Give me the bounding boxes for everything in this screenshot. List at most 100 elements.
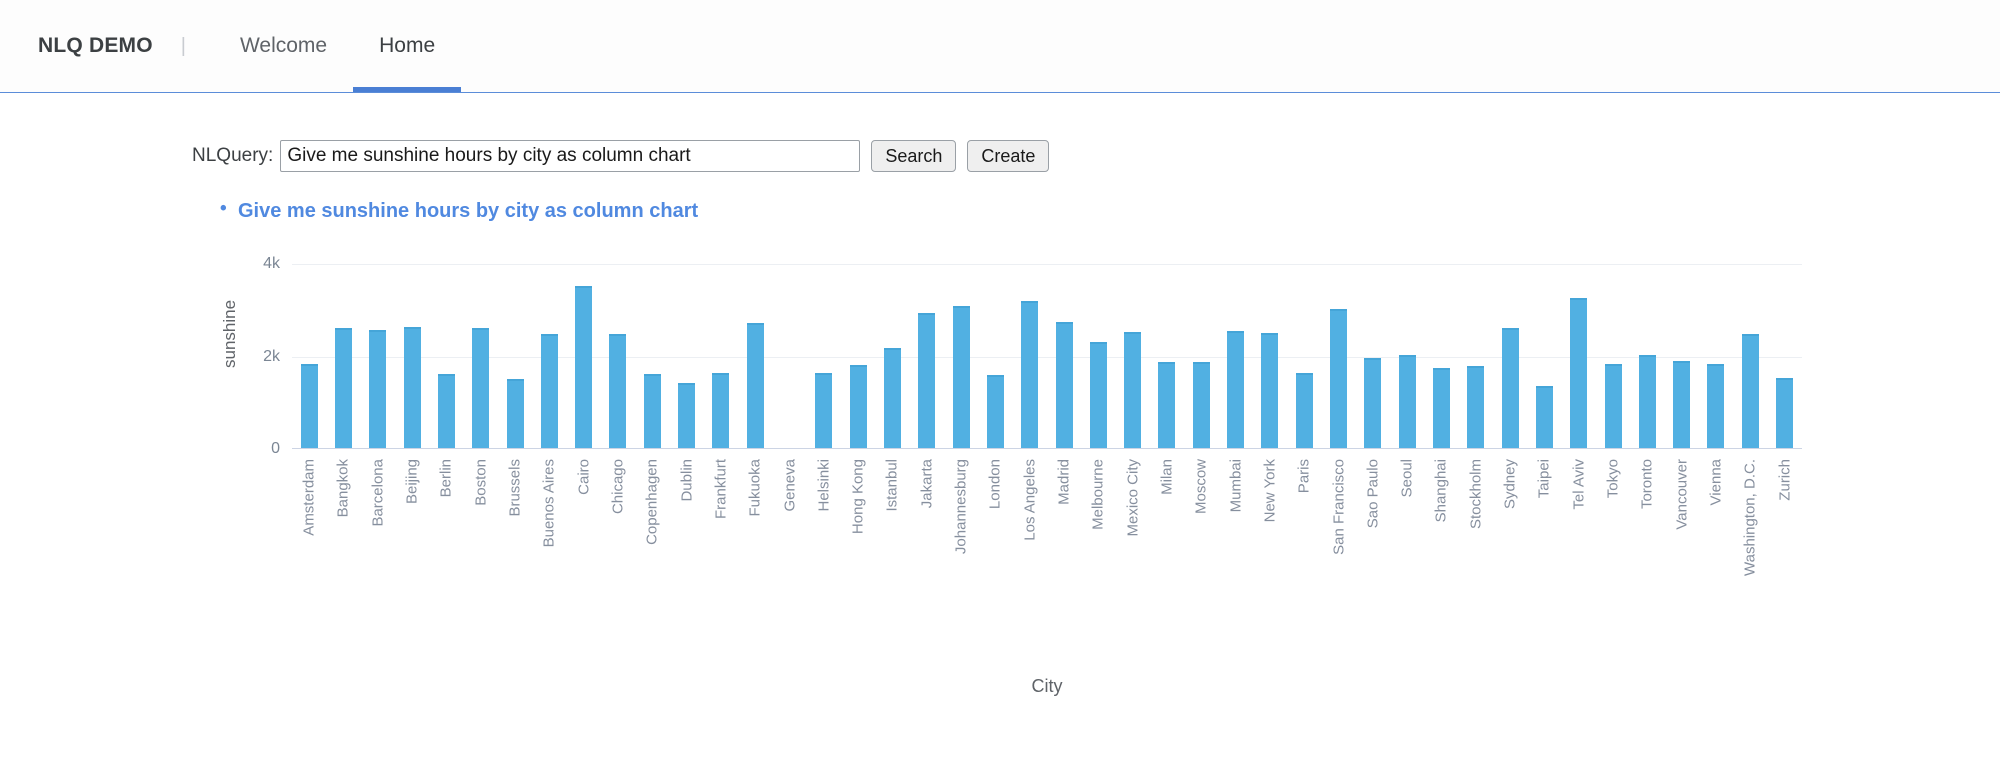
create-button[interactable]: Create	[967, 140, 1050, 172]
bar[interactable]	[1021, 300, 1039, 448]
bar[interactable]	[883, 348, 901, 448]
y-tick-label: 4k	[263, 255, 280, 272]
bar-slot	[978, 263, 1012, 448]
plot-area	[292, 264, 1802, 449]
bar-slot	[292, 263, 326, 448]
x-label-slot: Geneva	[772, 455, 806, 665]
x-label-slot: Paris	[1287, 455, 1321, 665]
bar[interactable]	[1570, 297, 1588, 448]
bar[interactable]	[609, 334, 627, 448]
bar[interactable]	[1535, 386, 1553, 448]
x-tick-label: Barcelona	[369, 459, 387, 527]
bar-slot	[875, 263, 909, 448]
result-item-query[interactable]: Give me sunshine hours by city as column…	[220, 198, 2000, 223]
x-label-slot: Fukuoka	[738, 455, 772, 665]
nav-link-home[interactable]: Home	[353, 0, 462, 92]
bar[interactable]	[1432, 367, 1450, 448]
bar[interactable]	[1638, 355, 1656, 448]
bar[interactable]	[1604, 363, 1622, 448]
bar[interactable]	[575, 285, 593, 448]
x-label-slot: Stockholm	[1459, 455, 1493, 665]
bar[interactable]	[437, 374, 455, 448]
bar[interactable]	[540, 334, 558, 448]
bar[interactable]	[986, 374, 1004, 448]
x-label-slot: Toronto	[1630, 455, 1664, 665]
x-label-slot: Tokyo	[1596, 455, 1630, 665]
bar[interactable]	[1364, 357, 1382, 448]
nlquery-input[interactable]	[280, 140, 861, 172]
x-axis-title: City	[1031, 676, 1063, 696]
x-label-slot: Madrid	[1047, 455, 1081, 665]
bar[interactable]	[334, 327, 352, 448]
bar-slot	[1562, 263, 1596, 448]
bar[interactable]	[1055, 322, 1073, 448]
bar-slot	[1116, 263, 1150, 448]
x-tick-label: Seoul	[1398, 459, 1416, 498]
nav-link-welcome[interactable]: Welcome	[214, 0, 353, 92]
bar[interactable]	[712, 372, 730, 448]
bar[interactable]	[1467, 366, 1485, 448]
bar-slot	[1699, 263, 1733, 448]
bar[interactable]	[678, 382, 696, 448]
bar[interactable]	[643, 374, 661, 448]
bar[interactable]	[1227, 330, 1245, 448]
bar[interactable]	[918, 313, 936, 448]
bar[interactable]	[1158, 361, 1176, 448]
x-tick-label: Hong Kong	[849, 459, 867, 535]
x-label-slot: Copenhagen	[635, 455, 669, 665]
x-label-slot: Vancouver	[1665, 455, 1699, 665]
bar[interactable]	[1261, 332, 1279, 448]
bar[interactable]	[1741, 334, 1759, 448]
x-tick-label: Paris	[1295, 459, 1313, 494]
result-list: Give me sunshine hours by city as column…	[0, 198, 2000, 223]
x-label-slot: Washington, D.C.	[1733, 455, 1767, 665]
x-tick-label: Toronto	[1638, 459, 1656, 510]
bar[interactable]	[849, 365, 867, 448]
search-button[interactable]: Search	[871, 140, 957, 172]
x-label-slot: Boston	[464, 455, 498, 665]
x-label-slot: Dublin	[669, 455, 703, 665]
x-tick-label: Zurich	[1776, 459, 1794, 501]
x-tick-label: Melbourne	[1089, 459, 1107, 530]
bar-slot	[1630, 263, 1664, 448]
bar[interactable]	[1776, 377, 1794, 448]
x-label-slot: London	[978, 455, 1012, 665]
x-tick-label: Bangkok	[334, 459, 352, 518]
bar[interactable]	[369, 330, 387, 448]
bar-slot	[1527, 263, 1561, 448]
bar-slot	[1287, 263, 1321, 448]
x-label-slot: Shanghai	[1424, 455, 1458, 665]
x-label-slot: Moscow	[1184, 455, 1218, 665]
x-label-slot: Amsterdam	[292, 455, 326, 665]
x-tick-label: San Francisco	[1330, 459, 1348, 555]
bar[interactable]	[506, 378, 524, 448]
bar[interactable]	[300, 364, 318, 448]
bar[interactable]	[952, 305, 970, 448]
bar[interactable]	[1124, 331, 1142, 448]
bar[interactable]	[1295, 372, 1313, 448]
bar[interactable]	[1707, 363, 1725, 448]
x-label-slot: Los Angeles	[1013, 455, 1047, 665]
x-tick-label: Istanbul	[883, 459, 901, 512]
bar[interactable]	[1398, 355, 1416, 448]
bar[interactable]	[1192, 361, 1210, 448]
bar[interactable]	[1089, 341, 1107, 448]
bar[interactable]	[403, 326, 421, 448]
bar[interactable]	[1501, 328, 1519, 448]
bar[interactable]	[815, 372, 833, 448]
x-tick-label: Tel Aviv	[1570, 459, 1588, 510]
x-tick-label: Dublin	[678, 459, 696, 502]
bar[interactable]	[1330, 309, 1348, 448]
bar[interactable]	[1673, 361, 1691, 448]
x-tick-label: Boston	[472, 459, 490, 506]
bar-slot	[1253, 263, 1287, 448]
bar-slot	[1081, 263, 1115, 448]
x-tick-label: Jakarta	[918, 459, 936, 509]
x-label-slot: Buenos Aires	[532, 455, 566, 665]
column-chart: sunshine 0 2k 4k Amsterdam Bangkok Barcelona…	[220, 244, 1802, 784]
bar[interactable]	[472, 327, 490, 448]
x-tick-label: Los Angeles	[1021, 459, 1039, 541]
bar[interactable]	[746, 322, 764, 448]
x-tick-label: Milan	[1158, 459, 1176, 495]
top-navbar: NLQ DEMO | Welcome Home	[0, 0, 2000, 93]
